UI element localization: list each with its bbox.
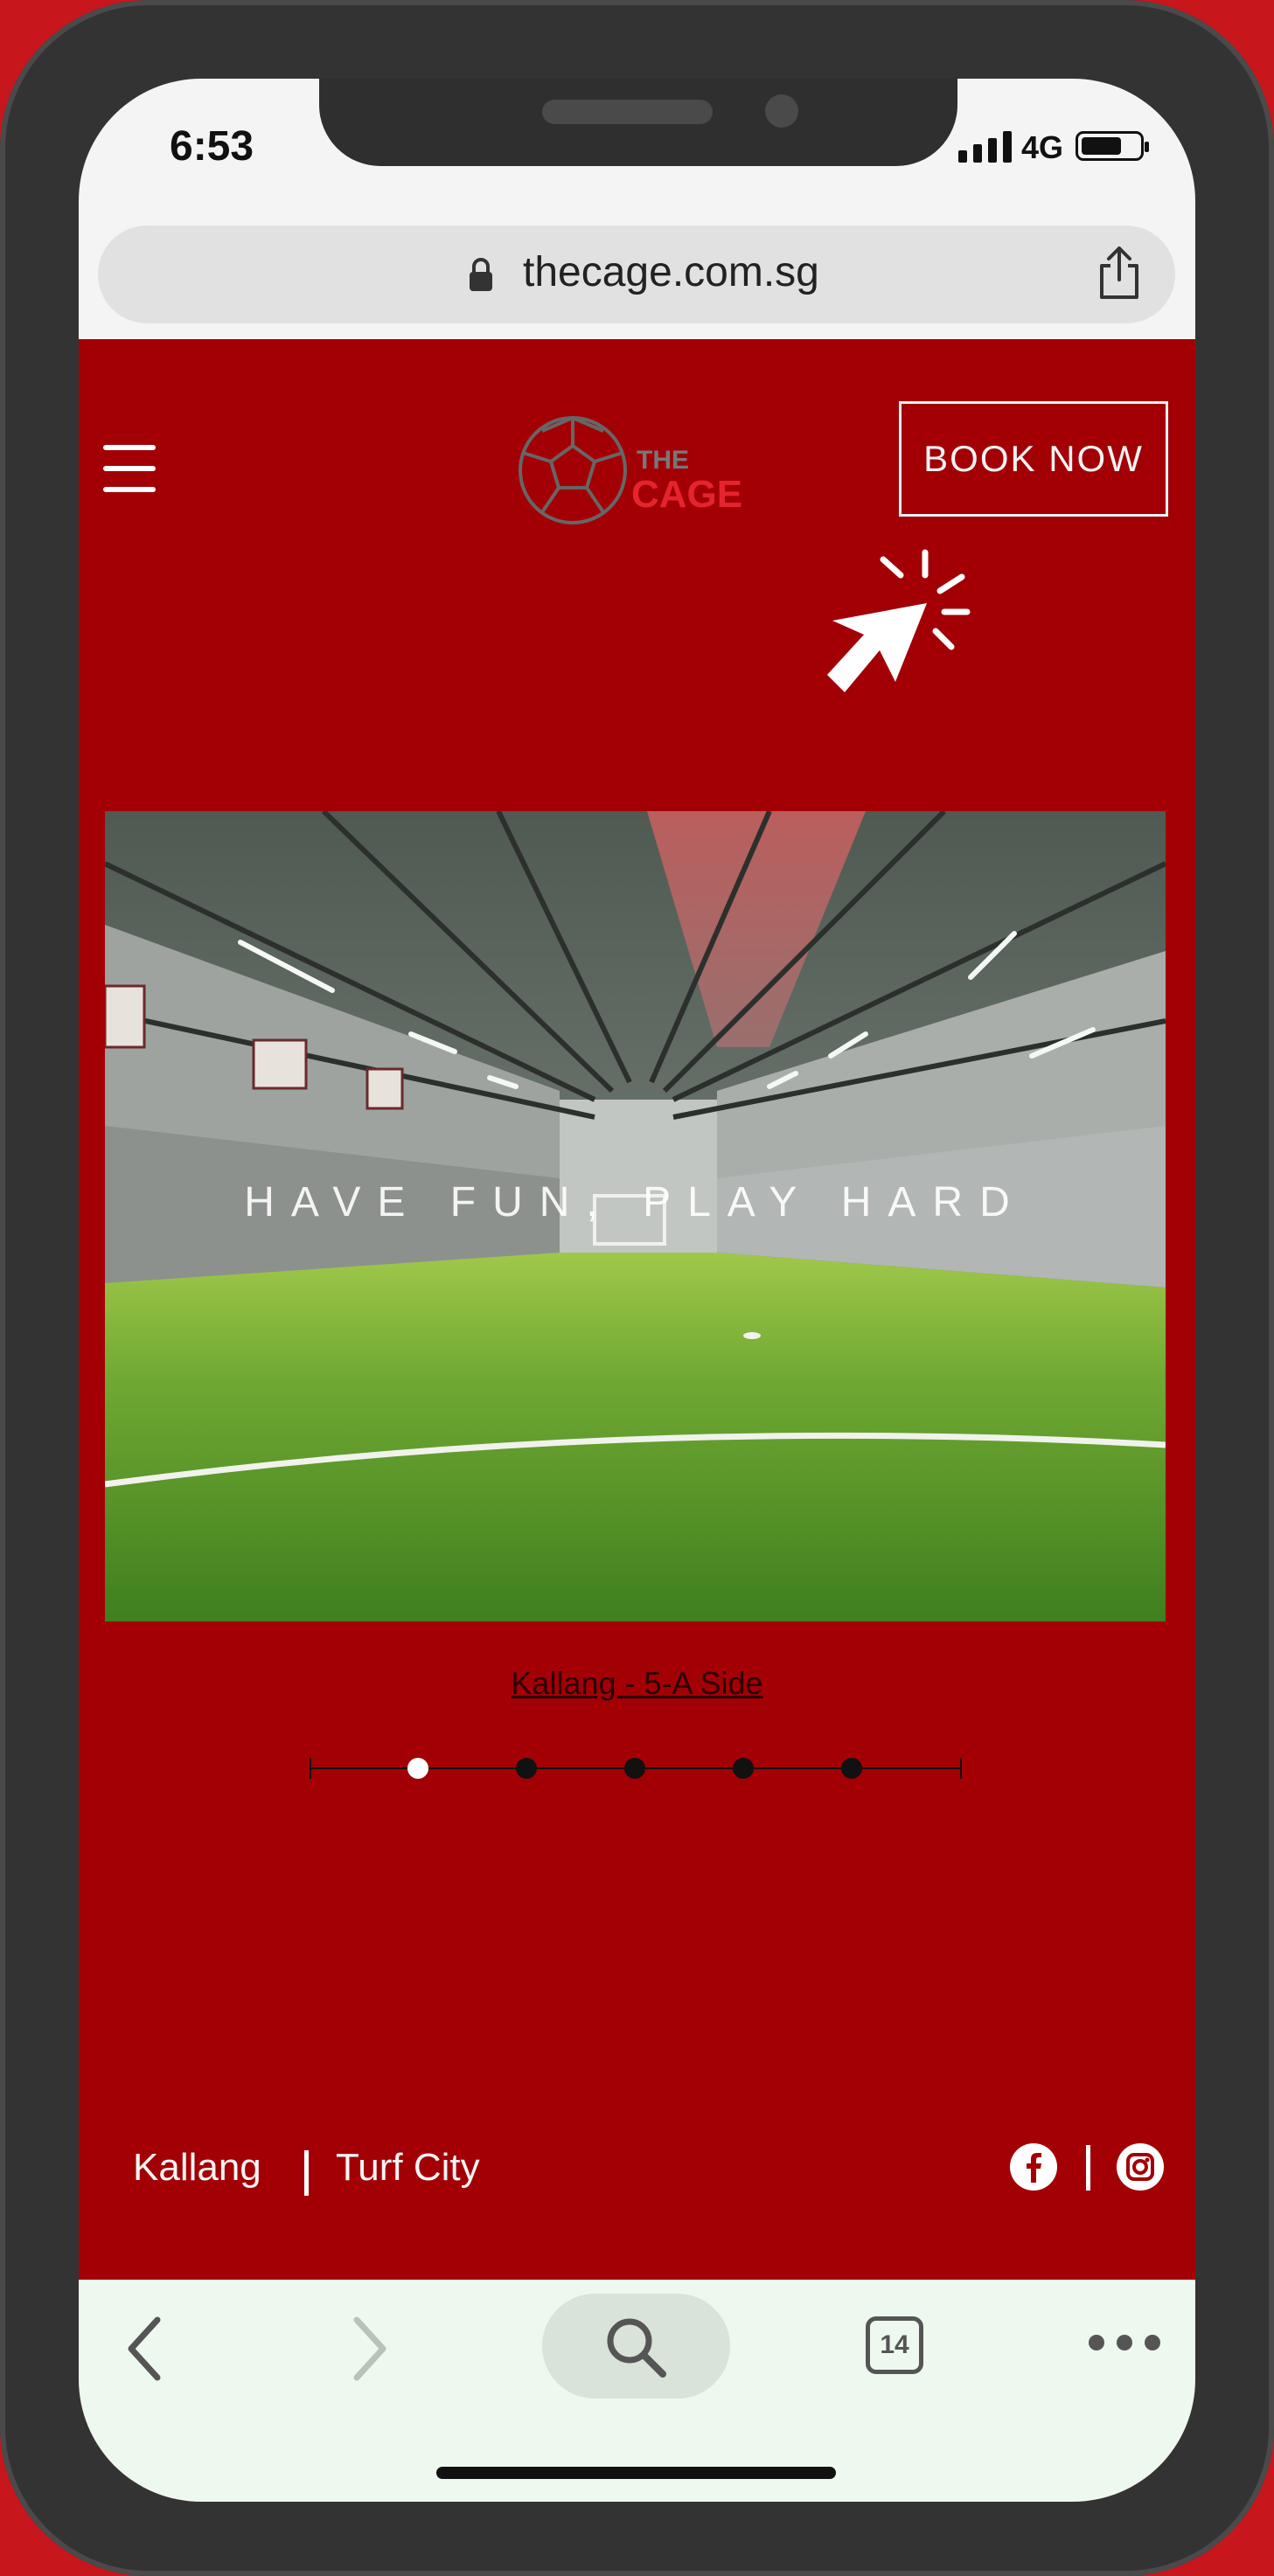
status-bar: 6:53 4G xyxy=(79,79,1195,226)
back-icon[interactable] xyxy=(124,2315,164,2383)
share-icon[interactable] xyxy=(1093,245,1145,301)
battery-level xyxy=(1082,137,1121,155)
instagram-icon[interactable] xyxy=(1116,2142,1165,2191)
signal-icon xyxy=(958,131,1012,163)
location-link-turf-city[interactable]: Turf City xyxy=(336,2146,480,2190)
location-link-kallang[interactable]: Kallang xyxy=(133,2146,261,2190)
url-text[interactable]: thecage.com.sg xyxy=(523,248,819,296)
menu-icon[interactable] xyxy=(103,441,164,496)
tabs-button[interactable]: 14 xyxy=(866,2316,923,2374)
pagination-dot-5[interactable] xyxy=(841,1758,862,1779)
slider-pagination xyxy=(310,1751,962,1786)
lock-icon xyxy=(470,258,492,291)
address-bar-area: thecage.com.sg xyxy=(79,226,1195,339)
home-indicator xyxy=(436,2467,836,2479)
address-bar[interactable]: thecage.com.sg xyxy=(98,226,1175,323)
search-button[interactable] xyxy=(542,2294,730,2399)
pagination-dot-1[interactable] xyxy=(407,1758,428,1779)
logo-graphic: THE CAGE xyxy=(519,416,742,524)
pagination-dot-4[interactable] xyxy=(733,1758,754,1779)
phone-frame: 6:53 4G thecage.com.sg THE CAGE BOOK NOW… xyxy=(0,0,1274,2576)
more-icon[interactable] xyxy=(1086,2332,1163,2353)
status-time: 6:53 xyxy=(170,123,254,170)
network-type: 4G xyxy=(1021,129,1064,165)
screen: 6:53 4G thecage.com.sg THE CAGE BOOK NOW… xyxy=(79,79,1195,2502)
notch xyxy=(319,79,957,166)
search-icon xyxy=(607,2318,666,2378)
logo-text-the: THE xyxy=(637,446,689,475)
pagination-dot-3[interactable] xyxy=(624,1758,645,1779)
hero-title: HAVE FUN, PLAY HARD xyxy=(244,1179,1027,1226)
site-logo[interactable]: THE CAGE xyxy=(516,409,769,531)
pointer-cursor-icon xyxy=(827,549,971,692)
facebook-icon[interactable] xyxy=(1009,2142,1058,2191)
social-separator xyxy=(1086,2145,1090,2191)
location-separator xyxy=(304,2150,309,2196)
logo-text-cage: CAGE xyxy=(631,473,742,516)
front-camera xyxy=(765,94,798,128)
battery-icon xyxy=(1076,131,1149,161)
pagination-dot-2[interactable] xyxy=(516,1758,537,1779)
slide-label-link[interactable]: Kallang - 5-A Side xyxy=(79,1665,1195,1702)
speaker xyxy=(542,100,713,124)
forward-icon[interactable] xyxy=(350,2315,390,2383)
hero-image: HAVE FUN, PLAY HARD xyxy=(105,811,1166,1621)
pagination-start-cap xyxy=(310,1758,311,1779)
pagination-end-cap xyxy=(960,1758,962,1779)
